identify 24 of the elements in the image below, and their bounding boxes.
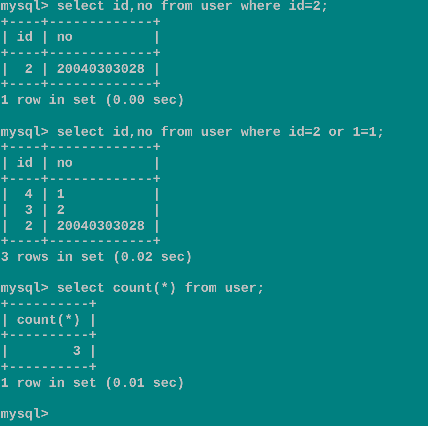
output-line: +----+-------------+ [1,141,161,157]
output-line: +----+-------------+ [1,47,161,63]
output-line: | id | no | [1,31,161,48]
output-line: | 3 | 2 | [1,204,161,220]
output-line: | 3 | [1,345,97,361]
command-line: mysql> select id,no from user where id=2; [1,0,329,16]
output-line: | id | no | [1,156,161,173]
output-line: 1 row in set (0.01 sec) [1,376,185,392]
output-line: +----+-------------+ [1,16,161,31]
output-line: +----------+ [1,298,97,314]
command-line: mysql> select id,no from user where id=2 or 1=1; [1,126,385,142]
output-line: +----------+ [1,329,97,345]
output-line: +----+-------------+ [1,78,161,94]
output-line: +----+-------------+ [1,172,161,188]
command-line: mysql> select count(*) from user; [1,282,265,298]
output-line: 3 rows in set (0.02 sec) [1,251,193,267]
output-line: | 2 | 20040303028 | [1,62,161,78]
output-line: | 2 | 20040303028 | [1,220,161,236]
output-line: +----------+ [1,360,97,377]
command-line: mysql> [1,408,49,424]
output-line: 1 row in set (0.00 sec) [1,94,185,110]
output-line: | count(*) | [1,314,97,330]
output-line: | 4 | 1 | [1,188,161,204]
output-line: +----+-------------+ [1,235,161,251]
